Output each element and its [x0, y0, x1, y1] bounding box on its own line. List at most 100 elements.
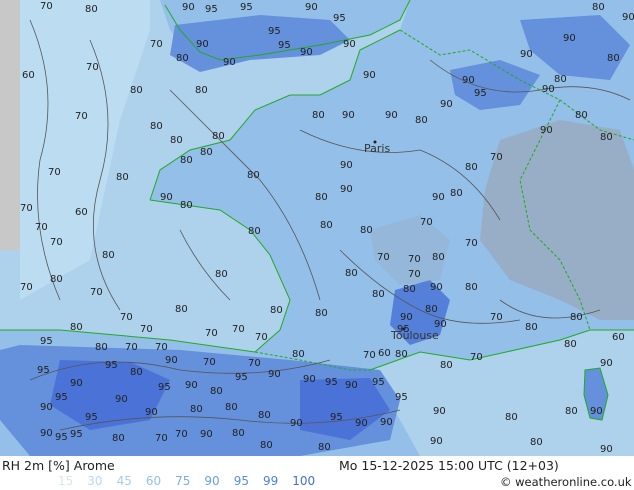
svg-text:80: 80	[440, 360, 453, 371]
svg-text:70: 70	[203, 357, 216, 368]
svg-text:80: 80	[195, 85, 208, 96]
svg-text:70: 70	[120, 312, 133, 323]
legend-value-95: 95	[233, 474, 249, 488]
svg-text:90: 90	[182, 2, 195, 13]
svg-text:90: 90	[590, 406, 603, 417]
svg-text:95: 95	[37, 365, 50, 376]
svg-text:80: 80	[210, 386, 223, 397]
legend-value-30: 30	[87, 474, 103, 488]
svg-text:80: 80	[592, 2, 605, 13]
svg-text:80: 80	[200, 147, 213, 158]
svg-text:95: 95	[325, 377, 338, 388]
svg-text:90: 90	[305, 2, 318, 13]
svg-text:70: 70	[35, 222, 48, 233]
svg-text:70: 70	[377, 252, 390, 263]
svg-text:70: 70	[48, 167, 61, 178]
svg-text:70: 70	[140, 324, 153, 335]
svg-text:80: 80	[315, 308, 328, 319]
svg-text:60: 60	[75, 207, 88, 218]
svg-text:70: 70	[470, 352, 483, 363]
svg-text:80: 80	[360, 225, 373, 236]
svg-text:80: 80	[175, 304, 188, 315]
svg-text:80: 80	[225, 402, 238, 413]
svg-text:95: 95	[372, 377, 385, 388]
svg-text:80: 80	[415, 115, 428, 126]
svg-text:80: 80	[102, 250, 115, 261]
city-toulouse: Toulouse	[390, 327, 439, 342]
svg-text:90: 90	[343, 39, 356, 50]
svg-text:80: 80	[270, 305, 283, 316]
svg-text:90: 90	[342, 110, 355, 121]
svg-text:70: 70	[125, 342, 138, 353]
svg-text:70: 70	[20, 282, 33, 293]
svg-text:60: 60	[22, 70, 35, 81]
legend-value-45: 45	[116, 474, 132, 488]
svg-text:60: 60	[612, 332, 625, 343]
legend-value-90: 90	[204, 474, 220, 488]
svg-text:95: 95	[85, 412, 98, 423]
svg-text:95: 95	[55, 392, 68, 403]
product-title: RH 2m [%] Arome	[2, 458, 115, 473]
svg-text:95: 95	[40, 336, 53, 347]
svg-text:90: 90	[600, 358, 613, 369]
svg-text:90: 90	[268, 369, 281, 380]
svg-text:70: 70	[255, 332, 268, 343]
svg-text:80: 80	[525, 322, 538, 333]
svg-text:80: 80	[180, 155, 193, 166]
svg-text:80: 80	[292, 349, 305, 360]
svg-text:70: 70	[490, 152, 503, 163]
svg-text:80: 80	[258, 410, 271, 421]
svg-text:80: 80	[312, 110, 325, 121]
svg-text:70: 70	[175, 429, 188, 440]
svg-text:80: 80	[232, 428, 245, 439]
svg-text:80: 80	[315, 192, 328, 203]
svg-text:90: 90	[380, 417, 393, 428]
svg-text:70: 70	[86, 62, 99, 73]
svg-text:70: 70	[408, 254, 421, 265]
svg-text:70: 70	[155, 433, 168, 444]
svg-text:95: 95	[395, 392, 408, 403]
svg-text:70: 70	[363, 350, 376, 361]
svg-text:80: 80	[554, 74, 567, 85]
svg-text:90: 90	[440, 99, 453, 110]
svg-text:90: 90	[196, 39, 209, 50]
svg-text:95: 95	[474, 88, 487, 99]
svg-text:80: 80	[403, 284, 416, 295]
svg-text:90: 90	[185, 380, 198, 391]
svg-text:90: 90	[340, 160, 353, 171]
svg-text:80: 80	[432, 252, 445, 263]
svg-text:90: 90	[290, 418, 303, 429]
svg-text:70: 70	[20, 203, 33, 214]
svg-text:80: 80	[570, 312, 583, 323]
svg-text:90: 90	[70, 378, 83, 389]
svg-text:95: 95	[333, 13, 346, 24]
svg-text:90: 90	[115, 394, 128, 405]
svg-text:80: 80	[190, 404, 203, 415]
svg-text:90: 90	[462, 75, 475, 86]
svg-text:95: 95	[105, 360, 118, 371]
city-label-toulouse: Toulouse	[390, 329, 439, 342]
svg-text:95: 95	[330, 412, 343, 423]
svg-text:80: 80	[260, 440, 273, 451]
svg-text:90: 90	[542, 84, 555, 95]
svg-text:80: 80	[212, 131, 225, 142]
legend-value-100: 100	[292, 474, 316, 488]
svg-text:90: 90	[433, 406, 446, 417]
svg-text:95: 95	[235, 372, 248, 383]
svg-text:80: 80	[505, 412, 518, 423]
svg-text:80: 80	[320, 220, 333, 231]
rh-map: 70 80 90 95 95 90 95 95 95 90 90 70 80 9…	[0, 0, 634, 456]
svg-text:80: 80	[215, 269, 228, 280]
svg-text:80: 80	[50, 274, 63, 285]
svg-text:90: 90	[432, 192, 445, 203]
svg-text:70: 70	[75, 111, 88, 122]
svg-text:80: 80	[600, 132, 613, 143]
svg-text:90: 90	[430, 436, 443, 447]
svg-text:80: 80	[85, 4, 98, 15]
svg-text:90: 90	[40, 428, 53, 439]
svg-text:90: 90	[622, 12, 634, 23]
svg-text:95: 95	[205, 4, 218, 15]
legend-value-60: 60	[145, 474, 162, 488]
svg-text:95: 95	[55, 432, 68, 443]
svg-text:80: 80	[247, 170, 260, 181]
